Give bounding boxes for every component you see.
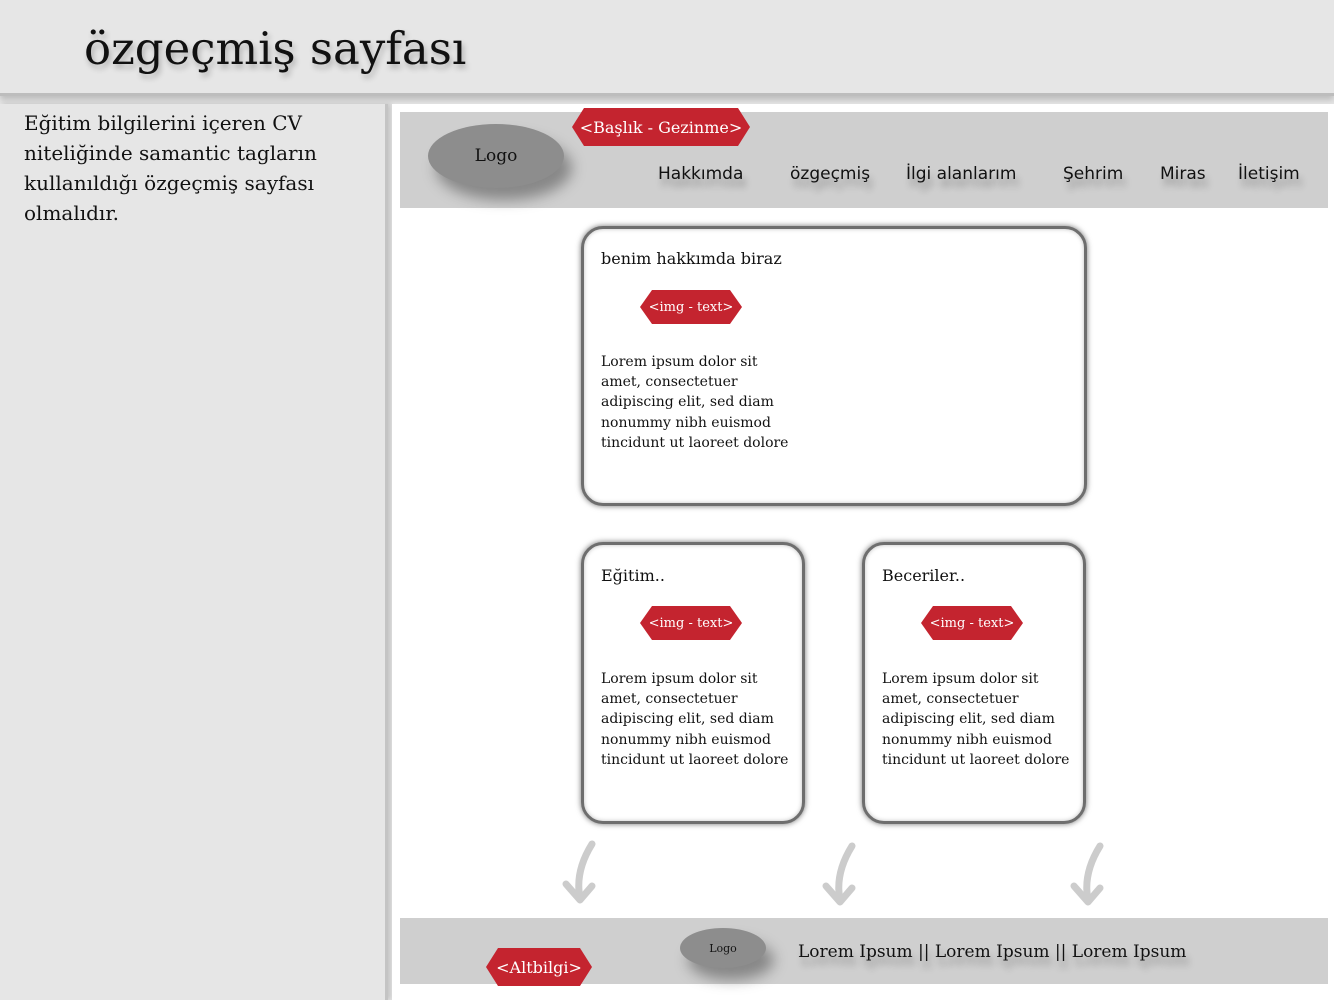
description-panel (0, 104, 388, 1000)
footer-links[interactable]: Lorem Ipsum || Lorem Ipsum || Lorem Ipsu… (798, 942, 1186, 962)
curved-down-arrow-icon (1070, 842, 1104, 906)
header-nav-tag: <Başlık - Gezinme> (572, 108, 750, 146)
about-title: benim hakkımda biraz (601, 249, 782, 268)
footer-tag: <Altbilgi> (486, 948, 592, 986)
description-text: Eğitim bilgilerini içeren CV niteliğinde… (24, 111, 317, 225)
skills-img-text-tag: <img - text> (921, 606, 1023, 640)
curved-down-arrow-icon (822, 842, 856, 906)
curved-down-arrow-icon (562, 840, 596, 904)
page-title: özgeçmiş sayfası (84, 22, 467, 75)
nav-item-interests[interactable]: İlgi alanlarım (906, 164, 1016, 184)
footer-logo[interactable]: Logo (680, 928, 766, 968)
header-logo[interactable]: Logo (428, 124, 564, 188)
nav-item-cv[interactable]: özgeçmiş (790, 164, 870, 184)
nav-item-heritage[interactable]: Miras (1160, 164, 1206, 184)
education-img-text-tag: <img - text> (640, 606, 742, 640)
education-text: Lorem ipsum dolor sit amet, consectetuer… (601, 671, 789, 768)
skills-title: Beceriler.. (882, 566, 966, 585)
nav-item-city[interactable]: Şehrim (1063, 164, 1123, 184)
education-title: Eğitim.. (601, 566, 665, 585)
skills-text: Lorem ipsum dolor sit amet, consectetuer… (882, 671, 1070, 768)
about-text: Lorem ipsum dolor sit amet, consectetuer… (601, 354, 789, 451)
nav-item-about[interactable]: Hakkımda (658, 164, 743, 184)
about-img-text-tag: <img - text> (640, 290, 742, 324)
nav-item-contact[interactable]: İletişim (1238, 164, 1300, 184)
